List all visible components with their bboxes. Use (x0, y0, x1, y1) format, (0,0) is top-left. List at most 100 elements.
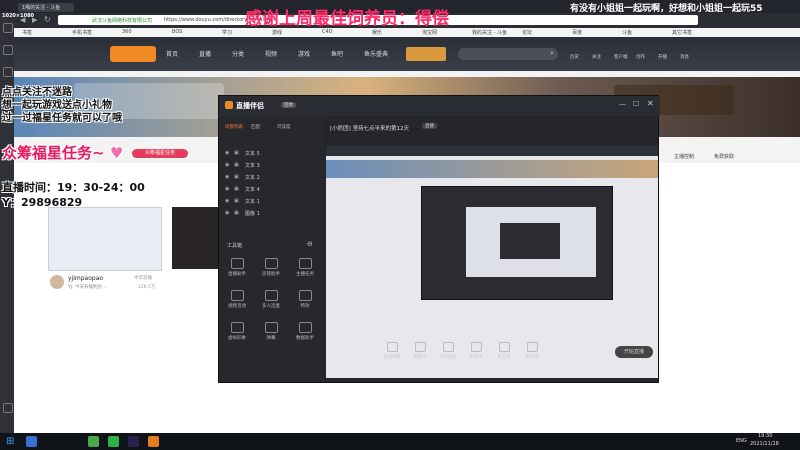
eye-icon[interactable]: ◉ (225, 162, 229, 168)
stream-thumbnail[interactable] (48, 207, 162, 271)
lock-icon[interactable]: ▣ (234, 198, 239, 204)
source-row[interactable]: ◉ ▣ 文本 4 (225, 186, 315, 195)
bookmark-item[interactable]: 其它书签 (672, 29, 692, 36)
bookmark-item[interactable]: 360 (122, 29, 132, 35)
maximize-icon[interactable]: ☐ (633, 100, 639, 108)
toolbox-toggle-icon[interactable]: ⊖ (307, 240, 313, 248)
preview-nested-screen (466, 207, 596, 277)
start-live-button[interactable]: 开始直播 (615, 346, 653, 358)
eye-icon[interactable]: ◉ (225, 150, 229, 156)
sidebar-history-icon[interactable] (3, 67, 13, 77)
sidebar-settings-icon[interactable] (3, 403, 13, 413)
source-row[interactable]: ◉ ▣ 文本 1 (225, 198, 315, 207)
event-badge[interactable] (406, 47, 446, 61)
refresh-icon[interactable]: ↻ (44, 15, 51, 24)
source-row[interactable]: ◉ ▣ 图像 1 (225, 210, 315, 219)
nav-link[interactable]: 分类 (232, 49, 244, 58)
language-indicator[interactable]: ENG (736, 438, 747, 444)
eye-icon[interactable]: ◉ (225, 198, 229, 204)
bottom-tool-button[interactable]: 摄像头 (407, 342, 433, 360)
taskbar-douyu-icon[interactable] (148, 436, 159, 447)
tool-button[interactable]: 数据助手 (291, 322, 319, 341)
bookmark-item[interactable]: 斗鱼 (622, 29, 632, 36)
eye-icon[interactable]: ◉ (225, 174, 229, 180)
clock-date[interactable]: 2021/11/18 (750, 441, 779, 447)
sidebar-star-icon[interactable] (3, 45, 13, 55)
sidebar-home-icon[interactable] (3, 23, 13, 33)
hot-right-link[interactable]: 免费获取 (714, 153, 734, 160)
search-input[interactable]: ⌕ (458, 48, 558, 60)
fortune-tag[interactable]: 众筹福星任务 (132, 149, 188, 158)
tool-button[interactable]: 直播助手 (223, 258, 251, 277)
bottom-tool-button[interactable]: 手机投屏 (435, 342, 461, 360)
lock-icon[interactable]: ▣ (234, 162, 239, 168)
bottom-tool-button[interactable]: 多媒体 (463, 342, 489, 360)
bookmark-item[interactable]: 我的关注 - 斗鱼 (472, 29, 507, 36)
lock-icon[interactable]: ▣ (234, 210, 239, 216)
source-row[interactable]: ◉ ▣ 文本 5 (225, 150, 315, 159)
tool-button[interactable]: 特效 (291, 290, 319, 309)
tool-icon (264, 290, 278, 301)
source-row[interactable]: ◉ ▣ 文本 3 (225, 162, 315, 171)
nav-right-item[interactable]: 关注 (592, 54, 601, 60)
tool-button[interactable]: 多人连麦 (257, 290, 285, 309)
lock-icon[interactable]: ▣ (234, 186, 239, 192)
scene-tab[interactable]: 场景列表 (225, 124, 243, 130)
scene-tab[interactable]: 匹配 (251, 124, 260, 130)
companion-badge[interactable]: 团体 (281, 102, 296, 108)
douyu-logo[interactable] (110, 46, 156, 62)
bookmark-item[interactable]: 淘宝网 (422, 29, 437, 36)
close-icon[interactable]: ✕ (647, 99, 654, 108)
bookmark-item[interactable]: 书签 (22, 29, 32, 36)
browser-tab[interactable]: 1哦的关注 - 斗鱼 (18, 3, 74, 12)
avatar[interactable] (50, 275, 64, 289)
tool-button[interactable]: 主播任务 (291, 258, 319, 277)
nav-link[interactable]: 首页 (166, 49, 178, 58)
tool-button[interactable]: 虚拟形象 (223, 322, 251, 341)
bookmark-item[interactable]: 百度 (572, 29, 582, 36)
nav-link[interactable]: 视频 (265, 49, 277, 58)
clock-time[interactable]: 19:30 (758, 433, 772, 439)
bookmark-item[interactable]: BOS (172, 29, 182, 35)
minimize-icon[interactable]: — (619, 100, 626, 108)
eye-icon[interactable]: ◉ (225, 210, 229, 216)
eye-icon[interactable]: ◉ (225, 186, 229, 192)
start-icon[interactable]: ⊞ (6, 436, 14, 447)
tool-icon (230, 322, 244, 333)
scene-tab[interactable]: 可读度 (277, 124, 291, 130)
bottom-tool-button[interactable]: 麦克风 (491, 342, 517, 360)
nav-right-item[interactable]: 开播 (658, 54, 667, 60)
stream-preview[interactable] (326, 146, 658, 422)
nav-link[interactable]: 鱼吧 (331, 49, 343, 58)
nav-right-item[interactable]: 历史 (570, 54, 579, 60)
taskbar-wechat-icon[interactable] (108, 436, 119, 447)
taskbar-browser-icon[interactable] (26, 436, 37, 447)
stream-thumbnail-2[interactable] (172, 207, 218, 269)
taskbar-shield-icon[interactable] (88, 436, 99, 447)
bottom-tool-button[interactable]: 直播弹幕 (379, 342, 405, 360)
nav-link[interactable]: 直播 (199, 49, 211, 58)
bookmark-item[interactable]: 学习 (222, 29, 232, 36)
tool-button[interactable]: 弹幕 (257, 322, 285, 341)
nav-right-item[interactable]: 客户端 (614, 54, 628, 60)
bottom-tool-button[interactable]: 扬声器 (519, 342, 545, 360)
nav-right-item[interactable]: 消息 (680, 54, 689, 60)
bookmark-item[interactable]: 论坛 (522, 29, 532, 36)
tool-button[interactable]: 房管助手 (257, 258, 285, 277)
tool-button[interactable]: 视频活动 (223, 290, 251, 309)
stream-title[interactable]: [小奶团] 坚持七点半来的第12天 (330, 124, 409, 132)
nav-right-item[interactable]: 创作 (636, 54, 645, 60)
source-row[interactable]: ◉ ▣ 文本 2 (225, 174, 315, 183)
search-icon[interactable]: ⌕ (550, 49, 554, 58)
taskbar-ae-icon[interactable] (128, 436, 139, 447)
nav-link[interactable]: 游戏 (298, 49, 310, 58)
bookmark-item[interactable]: C4D (322, 29, 333, 35)
bookmark-item[interactable]: 手机书签 (72, 29, 92, 36)
lock-icon[interactable]: ▣ (234, 174, 239, 180)
streamer-name[interactable]: yjimpaopao (68, 275, 103, 282)
bookmark-item[interactable]: 游戏 (272, 29, 282, 36)
lock-icon[interactable]: ▣ (234, 150, 239, 156)
nav-link[interactable]: 鱼乐盛典 (364, 49, 388, 58)
bookmark-item[interactable]: 娱乐 (372, 29, 382, 36)
hot-right-link[interactable]: 主播控制 (674, 153, 694, 160)
